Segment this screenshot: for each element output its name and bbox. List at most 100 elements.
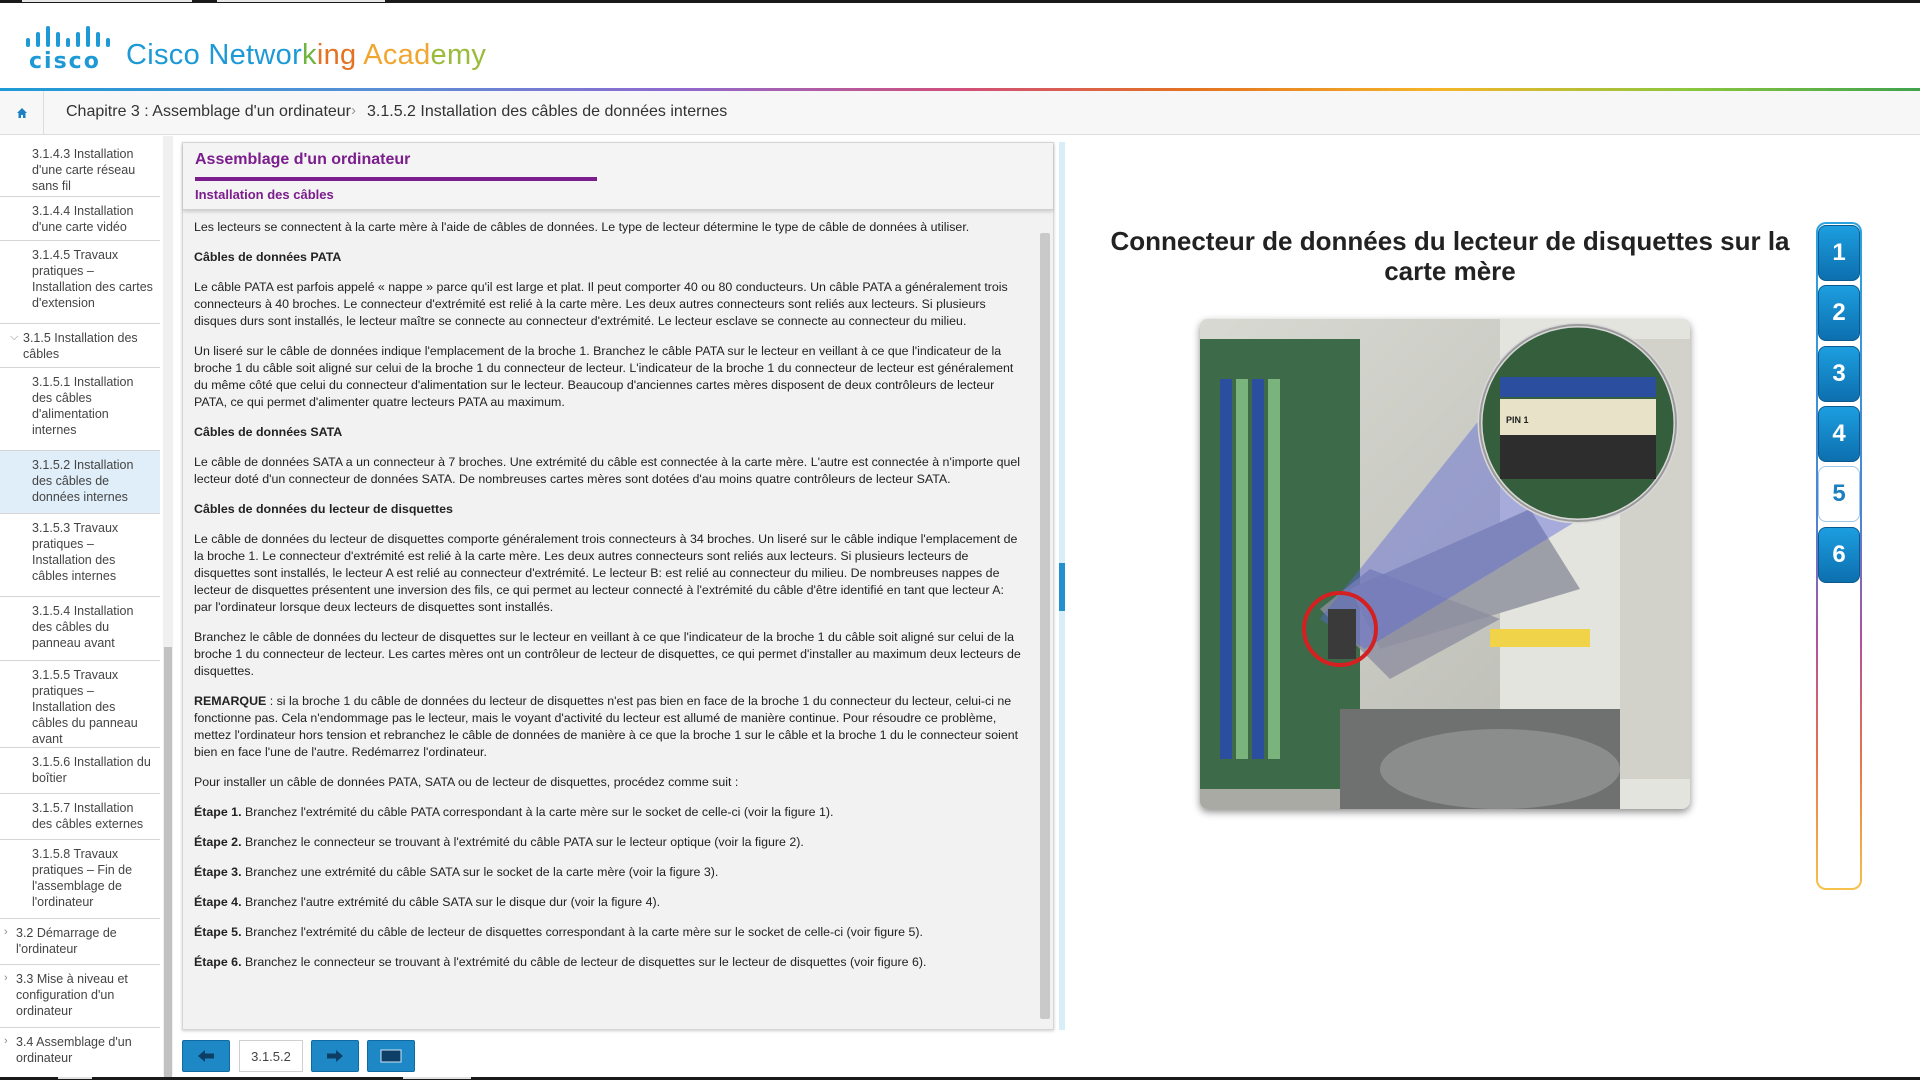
step-paragraph: Étape 1. Branchez l'extrémité du câble P… bbox=[194, 804, 1025, 821]
paragraph-text: Branchez le connecteur se trouvant à l'e… bbox=[241, 955, 927, 969]
sidebar-item-label: 3.4 Assemblage d'un ordinateur bbox=[16, 1035, 132, 1065]
top-tab-2[interactable] bbox=[217, 0, 385, 2]
figure-title: Connecteur de données du lecteur de disq… bbox=[1110, 226, 1790, 286]
home-button[interactable] bbox=[0, 91, 44, 135]
figure-tab-5[interactable]: 5 bbox=[1818, 466, 1860, 522]
body-paragraph: Le câble de données SATA a un connecteur… bbox=[194, 455, 1021, 486]
sidebar-item-label: 3.3 Mise à niveau et configuration d'un … bbox=[16, 972, 128, 1018]
sidebar-item-label: 3.1.5.2 Installation des câbles de donné… bbox=[32, 458, 134, 504]
step-paragraph: Étape 5. Branchez l'extrémité du câble d… bbox=[194, 924, 1025, 941]
sidebar-item-3-1-5-7[interactable]: 3.1.5.7 Installation des câbles externes bbox=[0, 794, 160, 840]
sidebar-item-3-1-5-8[interactable]: 3.1.5.8 Travaux pratiques – Fin de l'ass… bbox=[0, 840, 160, 919]
pin1-label: PIN 1 bbox=[1506, 415, 1529, 425]
breadcrumb-page[interactable]: 3.1.5.2 Installation des câbles de donné… bbox=[367, 103, 727, 121]
splitter-handle[interactable] bbox=[1059, 563, 1065, 611]
previous-button[interactable] bbox=[182, 1040, 230, 1072]
sidebar-item-3-1-5-6[interactable]: 3.1.5.6 Installation du boîtier bbox=[0, 748, 160, 794]
breadcrumb-chapter[interactable]: Chapitre 3 : Assemblage d'un ordinateur bbox=[66, 103, 351, 121]
figure-tab-3[interactable]: 3 bbox=[1818, 346, 1860, 402]
figure-tab-1[interactable]: 1 bbox=[1818, 225, 1860, 281]
sidebar-item-label: 3.1.5.4 Installation des câbles du panne… bbox=[32, 604, 134, 650]
panel-subtitle: Installation des câbles bbox=[195, 187, 334, 202]
sidebar-item-label: 3.1.4.4 Installation d'une carte vidéo bbox=[32, 204, 134, 234]
sidebar-item-3-2[interactable]: › 3.2 Démarrage de l'ordinateur bbox=[0, 919, 160, 965]
next-button[interactable] bbox=[311, 1040, 359, 1072]
body-paragraph: Un liseré sur le câble de données indiqu… bbox=[194, 344, 1014, 409]
sidebar-item-3-1-5[interactable]: ⌵ 3.1.5 Installation des câbles bbox=[0, 324, 160, 368]
sidebar-item-3-4[interactable]: › 3.4 Assemblage d'un ordinateur bbox=[0, 1028, 160, 1076]
breadcrumb: Chapitre 3 : Assemblage d'un ordinateur … bbox=[0, 91, 1920, 135]
panel-title: Assemblage d'un ordinateur bbox=[195, 151, 411, 168]
sidebar: 3.1.4.3 Installation d'une carte réseau … bbox=[0, 136, 175, 1076]
paragraph-lead: Étape 3. bbox=[194, 865, 242, 879]
panel-scrollbar[interactable] bbox=[1040, 233, 1050, 1019]
sidebar-item-3-1-4-4[interactable]: 3.1.4.4 Installation d'une carte vidéo bbox=[0, 197, 160, 241]
sidebar-item-label: 3.1.4.3 Installation d'une carte réseau … bbox=[32, 147, 136, 193]
paragraph-lead: Étape 4. bbox=[194, 895, 242, 909]
section-heading: Câbles de données PATA bbox=[194, 250, 342, 264]
step-paragraph: Étape 6. Branchez le connecteur se trouv… bbox=[194, 954, 1025, 971]
step-paragraph: Étape 4. Branchez l'autre extrémité du c… bbox=[194, 894, 1025, 911]
sidebar-item-label: 3.2 Démarrage de l'ordinateur bbox=[16, 926, 117, 956]
sidebar-item-label: 3.1.5.6 Installation du boîtier bbox=[32, 755, 151, 785]
sidebar-item-3-1-4-5[interactable]: 3.1.4.5 Travaux pratiques – Installation… bbox=[0, 241, 160, 324]
paragraph-lead: Étape 6. bbox=[194, 955, 242, 969]
sidebar-item-3-1-4-3[interactable]: 3.1.4.3 Installation d'une carte réseau … bbox=[0, 140, 160, 197]
sidebar-item-label: 3.1.4.5 Travaux pratiques – Installation… bbox=[32, 248, 153, 310]
cisco-wordmark: cisco bbox=[29, 49, 101, 74]
arrow-left-icon bbox=[198, 1050, 214, 1062]
paragraph-lead: Étape 1. bbox=[194, 805, 242, 819]
sidebar-item-label: 3.1.5.1 Installation des câbles d'alimen… bbox=[32, 375, 134, 437]
motherboard-image: PIN 1 bbox=[1200, 319, 1690, 809]
sidebar-item-3-1-5-2[interactable]: 3.1.5.2 Installation des câbles de donné… bbox=[0, 451, 160, 514]
home-icon bbox=[16, 108, 27, 118]
sidebar-item-3-3[interactable]: › 3.3 Mise à niveau et configuration d'un… bbox=[0, 965, 160, 1028]
figure-tab-2[interactable]: 2 bbox=[1818, 285, 1860, 341]
sidebar-item-3-1-5-5[interactable]: 3.1.5.5 Travaux pratiques – Installation… bbox=[0, 661, 160, 748]
section-heading: Câbles de données du lecteur de disquett… bbox=[194, 502, 453, 516]
chevron-right-icon: › bbox=[4, 926, 8, 938]
sidebar-item-label: 3.1.5.5 Travaux pratiques – Installation… bbox=[32, 668, 138, 746]
paragraph-text: Branchez une extrémité du câble SATA sur… bbox=[241, 865, 719, 879]
page-number: 3.1.5.2 bbox=[239, 1040, 303, 1072]
sidebar-item-label: 3.1.5.8 Travaux pratiques – Fin de l'ass… bbox=[32, 847, 133, 909]
sidebar-item-3-1-5-3[interactable]: 3.1.5.3 Travaux pratiques – Installation… bbox=[0, 514, 160, 597]
panel-header: Assemblage d'un ordinateur Installation … bbox=[183, 143, 1053, 210]
panel-body: Les lecteurs se connectent à la carte mè… bbox=[183, 219, 1035, 1025]
figure-tab-4[interactable]: 4 bbox=[1818, 406, 1860, 462]
figure-tab-6[interactable]: 6 bbox=[1818, 527, 1860, 583]
paragraph-text: Branchez l'autre extrémité du câble SATA… bbox=[241, 895, 661, 909]
sidebar-item-label: 3.1.5.7 Installation des câbles externes bbox=[32, 801, 144, 831]
chevron-right-icon: › bbox=[4, 1035, 8, 1047]
chevron-right-icon: › bbox=[351, 102, 356, 119]
body-paragraph: Branchez le câble de données du lecteur … bbox=[194, 630, 1021, 678]
sidebar-item-label: 3.1.5 Installation des câbles bbox=[23, 331, 138, 361]
sidebar-item-3-1-5-1[interactable]: 3.1.5.1 Installation des câbles d'alimen… bbox=[0, 368, 160, 451]
sidebar-item-3-1-5-4[interactable]: 3.1.5.4 Installation des câbles du panne… bbox=[0, 597, 160, 661]
step-paragraph: Étape 3. Branchez une extrémité du câble… bbox=[194, 864, 1025, 881]
paragraph-lead: REMARQUE bbox=[194, 694, 267, 708]
media-toggle-button[interactable] bbox=[367, 1040, 415, 1072]
cisco-bars-icon bbox=[24, 25, 110, 47]
chevron-right-icon: › bbox=[4, 972, 8, 984]
top-tab-1[interactable] bbox=[22, 0, 192, 2]
paragraph-text: Branchez l'extrémité du câble PATA corre… bbox=[241, 805, 834, 819]
note-paragraph: REMARQUE : si la broche 1 du câble de do… bbox=[194, 693, 1025, 761]
sidebar-item-label: 3.1.5.3 Travaux pratiques – Installation… bbox=[32, 521, 119, 583]
screen-icon bbox=[380, 1049, 402, 1063]
body-paragraph: Le câble PATA est parfois appelé « nappe… bbox=[194, 280, 1008, 328]
panel-title-rule bbox=[195, 177, 597, 181]
paragraph-lead: Étape 2. bbox=[194, 835, 242, 849]
paragraph-text: Branchez le connecteur se trouvant à l'e… bbox=[241, 835, 804, 849]
motherboard-photo: PIN 1 bbox=[1200, 319, 1690, 809]
arrow-right-icon bbox=[327, 1050, 343, 1062]
paragraph-lead: Étape 5. bbox=[194, 925, 242, 939]
cisco-logo[interactable]: cisco bbox=[22, 25, 110, 74]
chevron-down-icon: ⌵ bbox=[10, 331, 19, 343]
body-paragraph: Pour installer un câble de données PATA,… bbox=[194, 775, 739, 789]
header: cisco Cisco Networking Academy bbox=[0, 3, 1920, 89]
body-paragraph: Le câble de données du lecteur de disque… bbox=[194, 532, 1018, 614]
step-paragraph: Étape 2. Branchez le connecteur se trouv… bbox=[194, 834, 1025, 851]
body-paragraph: Les lecteurs se connectent à la carte mè… bbox=[194, 220, 970, 234]
sidebar-scrollbar-thumb[interactable] bbox=[164, 647, 172, 1077]
